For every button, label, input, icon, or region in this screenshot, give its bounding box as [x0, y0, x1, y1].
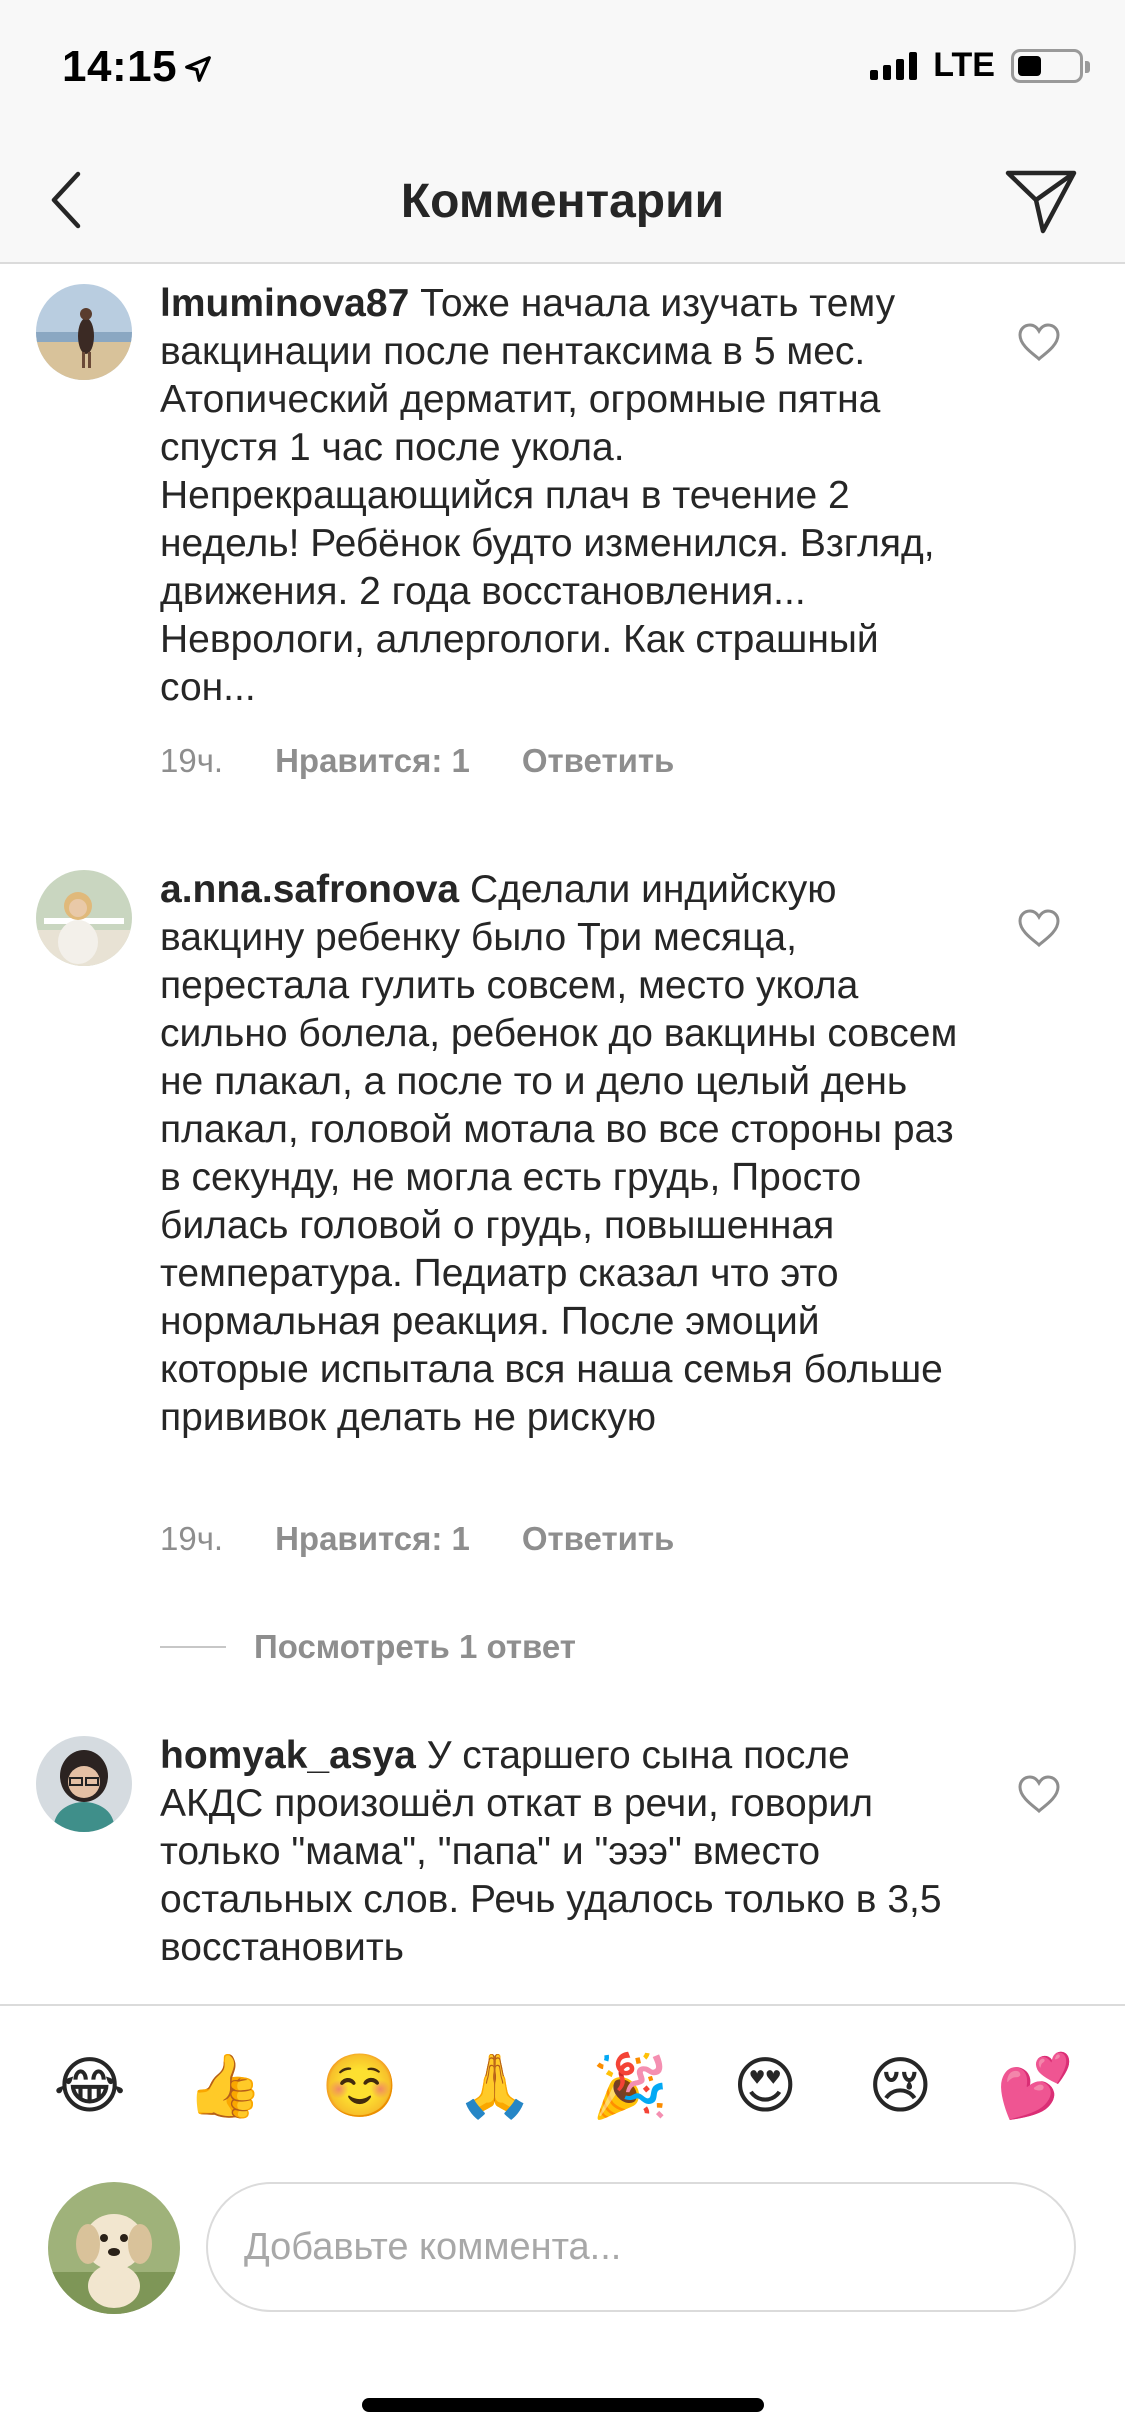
page-title: Комментарии [400, 175, 725, 228]
status-indicators: LTE [870, 46, 1090, 85]
location-arrow-icon [185, 56, 211, 83]
avatar[interactable] [36, 1736, 132, 1832]
reply-button[interactable]: Ответить [522, 1520, 675, 1558]
navigation-bar: Комментарии [0, 140, 1125, 264]
comment-time: 19ч. [160, 742, 224, 779]
comment-meta: 19ч. Нравится: 1 Ответить [160, 1520, 674, 1558]
comment-meta: 19ч. Нравится: 1 Ответить [160, 742, 674, 780]
heart-icon[interactable] [1017, 1774, 1061, 1814]
comment-content: Тоже начала изучать тему вакцинации посл… [160, 282, 935, 709]
view-replies-label: Посмотреть 1 ответ [254, 1628, 576, 1665]
battery-icon [1011, 48, 1090, 83]
status-time-text: 14:15 [62, 42, 178, 91]
emoji-thumbs-up-button[interactable]: 👍 [180, 2042, 270, 2132]
paper-plane-icon [1005, 170, 1077, 234]
emoji-pray-button[interactable]: 🙏 [450, 2042, 540, 2132]
share-button[interactable] [1001, 162, 1081, 242]
comment-likes[interactable]: Нравится: 1 [275, 1520, 470, 1558]
comment-username[interactable]: homyak_asya [160, 1734, 416, 1777]
comment-text: lmuminova87 Тоже начала изучать тему вак… [160, 280, 960, 712]
heart-icon[interactable] [1017, 322, 1061, 362]
emoji-smile-button[interactable]: ☺️ [315, 2042, 405, 2132]
reply-button[interactable]: Ответить [522, 742, 675, 780]
status-bar: 14:15 LTE [0, 0, 1125, 140]
comment-input[interactable] [206, 2182, 1076, 2312]
comment-time: 19ч. [160, 1520, 224, 1557]
battery-level [1018, 55, 1042, 76]
comment-username[interactable]: lmuminova87 [160, 282, 409, 325]
comment-text: a.nna.safronova Сделали индийскую вакцин… [160, 866, 960, 1442]
avatar[interactable] [36, 284, 132, 380]
emoji-party-button[interactable]: 🎉 [585, 2042, 675, 2132]
avatar [48, 2182, 180, 2314]
comment-content: Сделали индийскую вакцину ребенку было Т… [160, 868, 958, 1439]
comments-list[interactable]: lmuminova87 Тоже начала изучать тему вак… [0, 266, 1125, 2004]
home-indicator [362, 2398, 764, 2412]
divider [160, 1646, 226, 1648]
avatar[interactable] [36, 870, 132, 966]
comment-likes[interactable]: Нравится: 1 [275, 742, 470, 780]
heart-icon[interactable] [1017, 908, 1061, 948]
emoji-heart-eyes-button[interactable]: 😍 [720, 2042, 810, 2132]
comment-username[interactable]: a.nna.safronova [160, 868, 459, 911]
view-replies-button[interactable]: Посмотреть 1 ответ [160, 1628, 576, 1666]
signal-strength-icon [870, 51, 918, 80]
emoji-cry-button[interactable]: 😢 [855, 2042, 945, 2132]
comment-text: homyak_asya У старшего сына после АКДС п… [160, 1732, 960, 1972]
emoji-quick-bar: 😂 👍 ☺️ 🙏 🎉 😍 😢 💕 [0, 2042, 1125, 2132]
emoji-two-hearts-button[interactable]: 💕 [990, 2042, 1080, 2132]
status-time: 14:15 [62, 42, 213, 92]
comment-composer-area: 😂 👍 ☺️ 🙏 🎉 😍 😢 💕 [0, 2004, 1125, 2436]
network-type: LTE [933, 46, 995, 84]
emoji-joy-button[interactable]: 😂 [45, 2042, 135, 2132]
